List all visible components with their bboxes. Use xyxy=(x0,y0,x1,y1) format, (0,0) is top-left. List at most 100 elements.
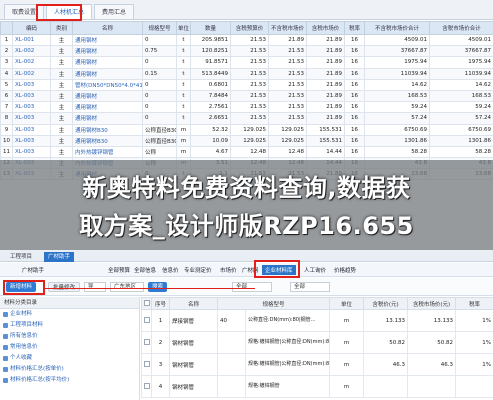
table-row[interactable]: 5XL-003主管材(DN50*DN50*4.0*4100)0t0.680121… xyxy=(0,78,493,91)
menu-pro-price[interactable]: 专业测定价 xyxy=(184,266,212,274)
area-select[interactable]: 广东地区 xyxy=(110,282,144,292)
column-header[interactable]: 单位 xyxy=(329,297,365,310)
row-number: 3 xyxy=(0,56,13,69)
column-header[interactable]: 名称 xyxy=(169,297,218,310)
table-row[interactable]: 7 XL-003 主通用钢材 0 t 2.7561 21.53 21.53 21.89 16 59.… xyxy=(0,101,493,114)
assistant-menu-bar: 广材助手 全部预算 全部信息 信息价 专业测定价 市场价 广材网 企业材料库 人… xyxy=(0,263,493,277)
table-row[interactable]: 2 XL-002 主通用钢材 0.75 t 120.8251 21.53 21.53 21.89… xyxy=(0,45,493,58)
table-cell: 通用钢材 xyxy=(72,33,143,47)
filter-select-1[interactable]: 全部 xyxy=(232,282,272,292)
sidebar-item-all-info[interactable]: 所有信息价 xyxy=(0,331,139,342)
table-row[interactable]: 4 钢材钢管 规格:镀锌钢管 m xyxy=(141,375,493,398)
column-header[interactable]: 类别 xyxy=(50,21,73,35)
table-row[interactable]: 4 XL-002 主通用钢材 0.15 t 513.8449 21.53 21.53 21.89… xyxy=(0,67,493,80)
column-header[interactable]: 序号 xyxy=(151,297,170,310)
sidebar-item-project[interactable]: 工程项目材料 xyxy=(0,320,139,331)
table-row[interactable]: 11 XL-003 主内外热镀锌钢管 公称 m 4.67 12.48 12.48 14.44 16… xyxy=(0,145,493,159)
overlay-title-line2: 取方案_设计师版RZP16.655 xyxy=(79,212,414,240)
row-select xyxy=(141,353,152,376)
menu-price-trend[interactable]: 价格趋势 xyxy=(334,266,356,274)
menu-labor-inquiry[interactable]: 人工询价 xyxy=(304,266,326,274)
tab-project[interactable]: 工程项目 xyxy=(6,252,36,262)
table-cell: 21.89 xyxy=(306,33,345,47)
table-cell: XL-002 xyxy=(12,45,51,58)
column-header[interactable]: 规格型号 xyxy=(142,21,177,35)
table-cell: 管材(DN50*DN50*4.0*4100) xyxy=(72,78,143,91)
checkbox-icon[interactable] xyxy=(144,317,150,324)
overlay-title-line1: 新奥特料免费资料查询,数据获 xyxy=(82,174,411,202)
table-row[interactable]: 3钢材钢管规格:镀锌钢管|公称直径:DN(mm):80|钢管...m46.346… xyxy=(141,353,493,376)
column-header[interactable]: 单位 xyxy=(176,21,191,35)
row-number: 2 xyxy=(0,45,13,58)
table-cell: 16 xyxy=(344,123,365,136)
menu-all-info[interactable]: 全部信息 xyxy=(134,266,156,274)
batch-edit-button[interactable]: 批量修改 xyxy=(48,282,81,292)
table-cell: XL-002 xyxy=(12,56,51,69)
table-cell: 主 xyxy=(50,134,73,147)
tab-cost-summary[interactable]: 费用汇总 xyxy=(94,4,135,19)
column-header[interactable]: 编码 xyxy=(12,21,51,35)
search-button[interactable]: 搜索 xyxy=(148,282,168,292)
table-row[interactable]: 10 XL-003 主通用钢材B30 公称直径B30 m 10.09 129.025 129.… xyxy=(0,134,493,147)
row-index: 1 xyxy=(151,309,170,332)
column-header[interactable]: 含税市场价(元) xyxy=(407,297,457,310)
row-select xyxy=(141,375,152,398)
checkbox-icon[interactable] xyxy=(144,339,150,346)
column-header[interactable]: 税率 xyxy=(455,297,493,310)
filter-select-2[interactable]: 全部 xyxy=(290,282,330,292)
material-market-price xyxy=(407,375,457,398)
table-cell: t xyxy=(176,78,191,91)
column-header[interactable]: 含税预算价 xyxy=(230,21,269,35)
menu-info-price[interactable]: 信息价 xyxy=(162,266,179,274)
column-header[interactable]: 含税价(元) xyxy=(363,297,409,310)
table-row[interactable]: 1 焊接钢管 40 公称直径:DN(mm):80|钢管... m 13.133 13.133… xyxy=(141,309,493,332)
column-header[interactable]: 数量 xyxy=(190,21,231,35)
tab-material-assistant[interactable]: 广材助手 xyxy=(44,252,75,262)
table-cell: 主 xyxy=(50,45,73,58)
header-row: 编码 类别 名称 规格型号 单位 数量 含税预算价 不含税市场价 含税市场价 税率 不含税市场价合计… xyxy=(0,21,493,35)
material-unit: m xyxy=(329,375,365,398)
table-cell: XL-003 xyxy=(12,134,51,147)
sidebar-item-summary-avg[interactable]: 材料价格汇总(按平均价) xyxy=(0,375,139,386)
row-number: 9 xyxy=(0,123,13,136)
table-cell: m xyxy=(176,145,191,159)
folder-icon xyxy=(3,312,8,317)
column-header[interactable]: 税率 xyxy=(344,21,365,35)
material-tax: 1% xyxy=(455,353,493,376)
table-cell: 21.89 xyxy=(306,45,345,58)
material-market-price: 50.82 xyxy=(407,331,457,354)
column-header[interactable]: 规格型号 xyxy=(216,297,331,310)
checkbox-icon[interactable] xyxy=(144,361,150,368)
column-header[interactable]: 含税市场价 xyxy=(306,21,345,35)
table-row[interactable]: 6 XL-003 主通用钢材 0 t 7.8484 21.53 21.53 21.89 16 168… xyxy=(0,89,493,103)
folder-icon xyxy=(3,378,8,383)
column-header[interactable]: 不含税市场价合计 xyxy=(364,21,430,35)
column-header[interactable]: 不含税市场价 xyxy=(268,21,307,35)
menu-assistant[interactable]: 广材助手 xyxy=(22,266,44,274)
column-header[interactable]: 名称 xyxy=(72,21,143,35)
material-unit: m xyxy=(329,353,365,376)
table-row[interactable]: 3 XL-002 主通用钢材 0 t 91.8571 21.53 21.53 21.89 16 19… xyxy=(0,56,493,69)
menu-all-budget[interactable]: 全部预算 xyxy=(108,266,130,274)
sidebar-item-common-info[interactable]: 常用信息价 xyxy=(0,342,139,353)
table-cell: 205.9851 xyxy=(190,33,231,47)
column-header[interactable]: 含税市场价合计 xyxy=(429,21,493,35)
table-cell: 21.53 xyxy=(268,112,307,125)
sidebar-item-summary-unit[interactable]: 材料价格汇总(按单价) xyxy=(0,364,139,375)
table-row[interactable]: 8 XL-003 主通用钢材 0 t 2.6651 21.53 21.53 21.89 16 57.… xyxy=(0,112,493,125)
table-row[interactable]: 1 XL-001 主通用钢材 0 t 205.9851 21.53 21.89 21.89 16 4… xyxy=(0,33,493,47)
table-row[interactable]: 2钢材钢管规格:镀锌钢管|公称直径:DN(mm):80|钢管...m50.825… xyxy=(141,331,493,354)
material-spec: 规格:镀锌钢管|公称直径:DN(mm):80|钢管... xyxy=(244,353,331,376)
table-cell: 主 xyxy=(50,101,73,114)
sidebar-item-favorites[interactable]: 个人收藏 xyxy=(0,353,139,364)
table-cell: XL-003 xyxy=(12,78,51,91)
checkbox-icon[interactable] xyxy=(143,300,150,307)
menu-market-price[interactable]: 市场价 xyxy=(220,266,237,274)
unit-select[interactable]: 导 xyxy=(84,282,106,292)
material-table-body: 1 XL-001 主通用钢材 0 t 205.9851 21.53 21.89 21.89 16 4… xyxy=(0,33,493,181)
checkbox-icon[interactable] xyxy=(144,383,150,390)
spec-text: 规格:镀锌钢管|公称直径:DN(mm):80|钢管... xyxy=(248,339,330,346)
table-cell: 2.7561 xyxy=(190,101,231,114)
table-row[interactable]: 9 XL-003 主通用钢材B30 公称直径B30 m 52.32 129.025 129.0… xyxy=(0,123,493,136)
sidebar-item-enterprise[interactable]: 企业材料 xyxy=(0,309,139,320)
